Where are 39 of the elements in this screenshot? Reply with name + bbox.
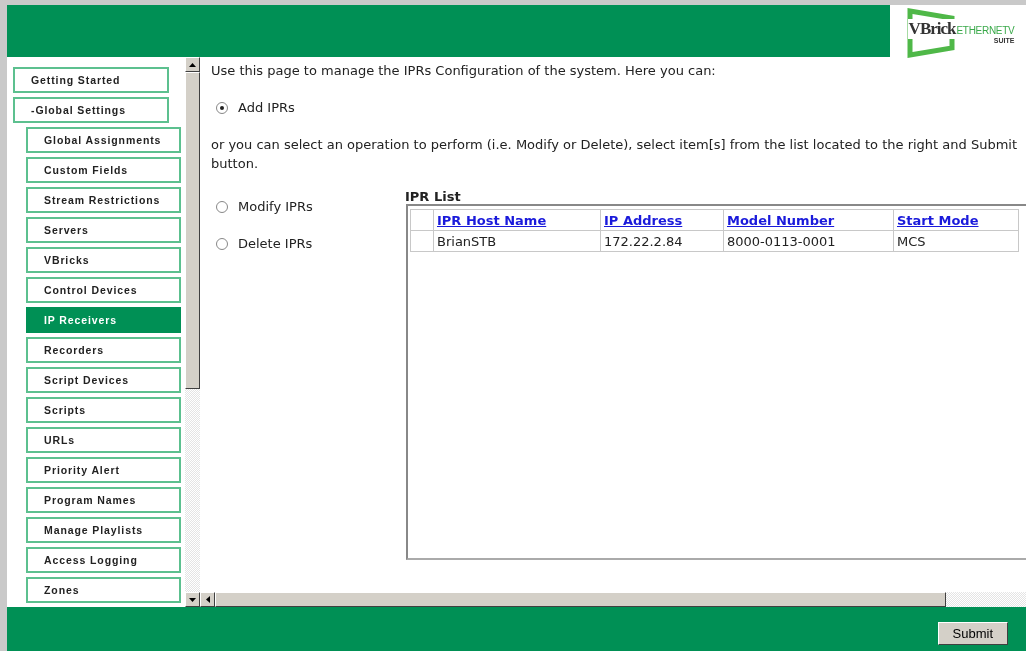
nav-item[interactable]: Access Logging	[26, 547, 181, 573]
submit-button[interactable]: Submit	[937, 622, 1008, 645]
nav-item[interactable]: VBricks	[26, 247, 181, 273]
instructions-text: or you can select an operation to perform (i.e. Modify or Delete), select item[s] from the list located to the right and Submit button.	[211, 136, 1018, 173]
nav-item[interactable]: Global Assignments	[26, 127, 181, 153]
radio-label: Modify IPRs	[238, 199, 313, 214]
list-title: IPR List	[405, 189, 462, 204]
radio-button[interactable]	[216, 237, 228, 250]
nav-item[interactable]: Custom Fields	[26, 157, 181, 183]
nav-item[interactable]: Program Names	[26, 487, 181, 513]
nav-item[interactable]: Priority Alert	[26, 457, 181, 483]
table-cell: 172.22.2.84	[604, 233, 683, 249]
logo-brand-text: VBrick	[907, 18, 957, 39]
nav-item[interactable]: Zones	[26, 577, 181, 603]
nav-item[interactable]: Scripts	[26, 397, 181, 423]
radio-label: Add IPRs	[238, 100, 295, 115]
radio-label: Delete IPRs	[238, 236, 313, 251]
radio-button[interactable]	[216, 101, 228, 114]
radio-button[interactable]	[216, 200, 228, 213]
intro-text: Use this page to manage the IPRs Configuration of the system. Here you can:	[211, 63, 717, 78]
scroll-down-icon[interactable]	[189, 597, 196, 602]
vertical-scrollbar[interactable]	[185, 57, 200, 607]
nav-item[interactable]: URLs	[26, 427, 181, 453]
table-cell: MCS	[897, 233, 926, 249]
nav-item[interactable]: -Global Settings	[13, 97, 169, 123]
nav-item[interactable]: IP Receivers	[26, 307, 181, 333]
logo-product-text: ETHERNETV	[956, 24, 1015, 36]
nav-item[interactable]: Script Devices	[26, 367, 181, 393]
nav-item[interactable]: Stream Restrictions	[26, 187, 181, 213]
horizontal-scrollbar[interactable]	[200, 592, 1026, 607]
scroll-up-icon[interactable]	[189, 62, 196, 67]
scroll-left-icon[interactable]	[205, 596, 210, 603]
table-cell: 8000-0113-0001	[727, 233, 836, 249]
nav-item[interactable]: Getting Started	[13, 67, 169, 93]
nav-item[interactable]: Recorders	[26, 337, 181, 363]
table-cell: BrianSTB	[437, 233, 497, 249]
nav-item[interactable]: Manage Playlists	[26, 517, 181, 543]
nav-item[interactable]: Servers	[26, 217, 181, 243]
nav-item[interactable]: Control Devices	[26, 277, 181, 303]
